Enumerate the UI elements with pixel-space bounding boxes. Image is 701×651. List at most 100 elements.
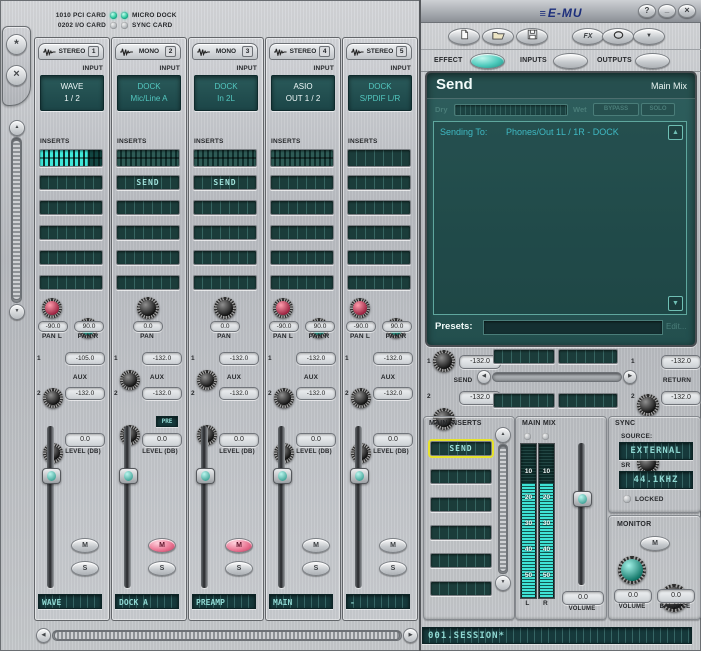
pre-fader-badge[interactable]: PRE [156,416,178,427]
aux-scroll-track[interactable] [492,372,622,382]
main-insert-slot[interactable] [430,469,492,484]
input-display[interactable]: ASIO OUT 1 / 2 [271,75,335,111]
new-session-button[interactable] [448,28,480,45]
input-display[interactable]: WAVE 1 / 2 [40,75,104,111]
pan-left-knob[interactable] [273,298,293,318]
insert-slot[interactable] [116,225,180,240]
edit-presets-button[interactable]: Edit... [666,322,686,331]
inserts-scroll-thumb[interactable] [499,446,507,572]
insert-slot[interactable] [193,275,257,290]
insert-slot[interactable] [39,200,103,215]
mute-button[interactable]: M [148,538,176,553]
main-insert-slot[interactable] [430,497,492,512]
main-insert-slot[interactable] [430,525,492,540]
insert-slot[interactable] [270,250,334,265]
scroll-right-button[interactable]: ▶ [403,628,418,643]
scroll-thumb[interactable] [12,140,21,300]
fader-handle[interactable] [42,468,61,484]
insert-meter[interactable] [270,149,334,167]
channel-header[interactable]: STEREO 1 [38,43,104,60]
insert-slot[interactable] [193,250,257,265]
aux2-insert-slot[interactable] [558,393,618,408]
insert-slot[interactable] [39,225,103,240]
fader-handle[interactable] [119,468,138,484]
insert-slot[interactable] [270,175,334,190]
solo-button[interactable]: S [225,561,253,576]
close-button[interactable]: × [678,4,696,18]
fx-palette-button[interactable]: FX [572,28,604,45]
sync-source-value[interactable]: EXTERNAL [619,442,693,460]
aux1-insert-slot[interactable] [493,349,555,364]
mute-button[interactable]: M [225,538,253,553]
fader-handle[interactable] [196,468,215,484]
insert-slot[interactable] [116,275,180,290]
mix-assignment[interactable]: Main Mix [651,81,687,91]
insert-slot[interactable] [116,200,180,215]
mute-button[interactable]: M [71,538,99,553]
insert-slot[interactable] [347,200,411,215]
insert-slot-send[interactable]: SEND [116,175,180,190]
insert-slot[interactable] [116,250,180,265]
scroll-up-button[interactable]: ▲ [9,120,25,136]
pan-knob[interactable] [214,297,236,319]
return1-knob[interactable] [637,394,659,416]
aux2-insert-slot[interactable] [493,393,555,408]
scroll-down-button[interactable]: ▼ [9,304,25,320]
insert-slot[interactable] [193,200,257,215]
minimize-button[interactable]: _ [658,4,676,18]
scribble-strip[interactable]: PREAMP [192,594,256,609]
inserts-scroll-up-button[interactable]: ▲ [495,427,511,443]
scroll-down-button[interactable]: ▼ [668,296,683,311]
session-name-display[interactable]: 001.SESSION* [422,627,692,644]
sample-rate-value[interactable]: 44.1KHZ [619,471,693,489]
new-strip-button[interactable]: * [6,34,27,55]
outputs-view-button[interactable] [635,53,670,69]
aux1-insert-slot[interactable] [558,349,618,364]
insert-slot[interactable] [347,149,411,167]
inserts-scroll-down-button[interactable]: ▼ [495,575,511,591]
fader-handle[interactable] [273,468,292,484]
pan-knob[interactable] [137,297,159,319]
scribble-strip[interactable]: - [346,594,410,609]
scribble-strip[interactable]: WAVE [38,594,102,609]
scroll-up-button[interactable]: ▲ [668,125,683,140]
sending-to-value[interactable]: Phones/Out 1L / 1R - DOCK [506,127,619,137]
pan-left-knob[interactable] [42,298,62,318]
scribble-strip[interactable]: MAIN [269,594,333,609]
insert-slot-send[interactable]: SEND [193,175,257,190]
aux1-knob[interactable] [43,388,63,408]
level-fader[interactable] [47,426,54,588]
insert-slot[interactable] [270,275,334,290]
aux-scroll-right-button[interactable]: ▶ [623,370,637,384]
open-session-button[interactable] [482,28,514,45]
inserts-scroll-track[interactable] [498,444,508,574]
mute-button[interactable]: M [302,538,330,553]
fader-handle[interactable] [350,468,369,484]
scroll-left-button[interactable]: ◀ [36,628,51,643]
main-volume-fader[interactable] [578,443,585,585]
input-display[interactable]: DOCK In 2L [194,75,258,111]
collapse-view-button[interactable]: ▼ [633,28,665,45]
aux-scroll-left-button[interactable]: ◀ [477,370,491,384]
presets-field[interactable] [483,320,663,335]
effect-view-button[interactable] [470,53,505,69]
insert-slot[interactable] [347,175,411,190]
solo-effect-button[interactable]: SOLO [641,103,675,116]
main-insert-slot[interactable] [430,553,492,568]
mute-button[interactable]: M [379,538,407,553]
scroll-track[interactable] [11,137,22,303]
insert-slot[interactable] [270,225,334,240]
scroll-track[interactable] [52,630,402,641]
solo-button[interactable]: S [148,561,176,576]
insert-meter[interactable] [116,149,180,167]
insert-slot[interactable] [39,250,103,265]
insert-slot[interactable] [347,250,411,265]
level-fader[interactable] [124,426,131,588]
scroll-thumb[interactable] [54,631,400,640]
aux1-knob[interactable] [274,388,294,408]
output-monitor-button[interactable] [602,28,634,45]
fader-handle[interactable] [573,491,592,507]
delete-strip-button[interactable]: × [6,65,27,86]
bypass-button[interactable]: BYPASS [593,103,639,116]
aux1-knob[interactable] [351,388,371,408]
